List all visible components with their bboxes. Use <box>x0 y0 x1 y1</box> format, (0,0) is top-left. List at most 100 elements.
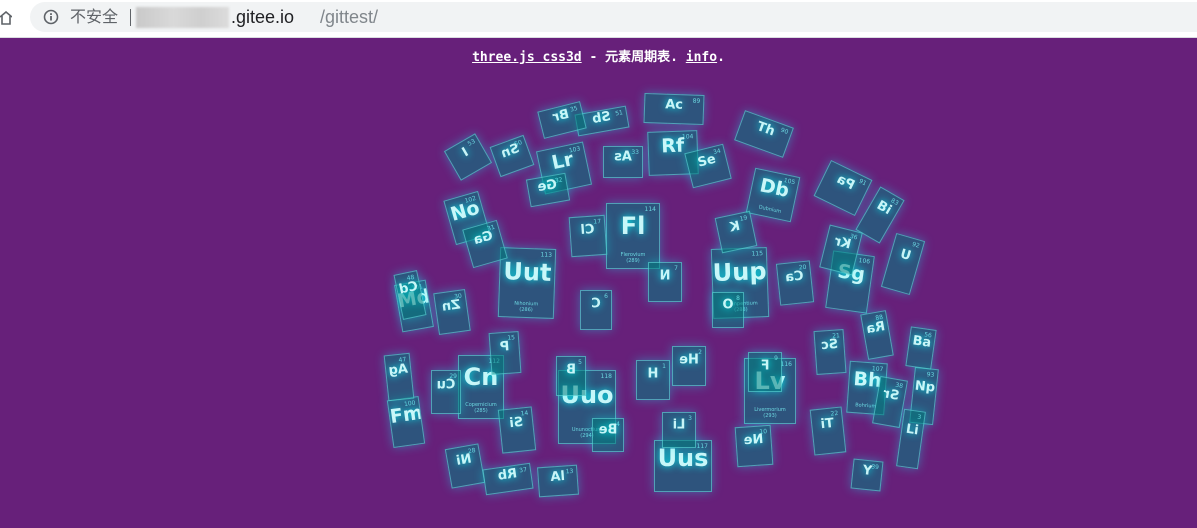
info-dash: - <box>581 50 606 65</box>
element-number: 92 <box>911 240 921 250</box>
element-tile[interactable]: 13 Al <box>537 464 579 498</box>
element-number: 93 <box>926 371 935 379</box>
element-tile[interactable]: 114 Fl Flerovium (289) <box>606 203 660 269</box>
element-tile[interactable]: 88 Ra <box>860 310 894 360</box>
element-tile[interactable]: 105 Db Dubnium <box>745 167 801 223</box>
element-tile[interactable]: 8O <box>712 292 744 328</box>
element-tile[interactable]: 32 Ge <box>525 172 571 208</box>
element-tile[interactable]: 100 Fm <box>386 396 426 448</box>
element-symbol: Pa <box>834 171 858 194</box>
periodic-sphere[interactable]: 114 Fl Flerovium (289) 113 Uut Nihonium (286) 11… <box>0 38 1197 528</box>
address-separator <box>130 9 131 26</box>
element-tile[interactable]: 10 Ne <box>734 424 774 468</box>
element-symbol: Ra <box>865 319 887 338</box>
element-tile[interactable]: 19 K <box>714 210 758 254</box>
element-tile[interactable]: 33 As <box>603 146 643 178</box>
security-status[interactable]: 不安全 <box>70 6 118 28</box>
element-symbol: Cl <box>580 221 596 238</box>
element-tile[interactable]: 90 Th <box>734 110 794 158</box>
element-symbol: Uut <box>502 257 552 287</box>
element-symbol: O <box>722 297 734 313</box>
element-tile[interactable]: 89 Ac <box>643 92 705 126</box>
element-tile[interactable]: 50 Sn <box>489 134 535 178</box>
element-tile[interactable]: 21 Sc <box>813 329 847 375</box>
element-symbol: Np <box>914 378 936 396</box>
element-tile[interactable]: 29 Cu <box>431 370 461 414</box>
element-symbol: Rb <box>496 466 519 484</box>
element-details: Dubnium <box>748 202 792 217</box>
element-tile[interactable]: 22 Ti <box>809 406 847 456</box>
element-symbol: Db <box>757 174 792 202</box>
threejs-link[interactable]: three.js css3d <box>472 50 582 65</box>
element-symbol: Ag <box>387 361 409 379</box>
browser-toolbar: 不安全 .gitee.io /gittest/ <box>0 0 1197 38</box>
element-symbol: No <box>448 196 483 226</box>
element-symbol: He <box>679 352 699 368</box>
info-trailing: . <box>717 50 725 65</box>
element-tile[interactable]: 34 Se <box>684 143 732 189</box>
element-details: Nihonium (286) <box>499 300 553 314</box>
element-tile[interactable]: 17 Cl <box>568 214 608 258</box>
element-symbol: Ni <box>455 451 473 469</box>
url-path[interactable]: /gittest/ <box>320 6 378 28</box>
element-tile[interactable]: 14 Si <box>497 406 537 454</box>
element-symbol: B <box>566 362 576 378</box>
element-tile[interactable]: 2 He <box>672 346 706 386</box>
element-tile[interactable]: 28 Ni <box>444 443 486 489</box>
element-tile[interactable]: 56 Ba <box>905 326 937 370</box>
home-icon[interactable] <box>0 11 12 25</box>
redacted-subdomain <box>136 7 229 28</box>
element-symbol: Sc <box>820 337 839 354</box>
element-symbol: Cu <box>436 377 456 393</box>
element-symbol: F <box>760 358 770 374</box>
element-tile[interactable]: 20 Ca <box>775 260 815 306</box>
element-symbol: K <box>728 218 742 236</box>
element-mass: (285) <box>474 408 488 414</box>
element-tile[interactable]: 9F <box>748 352 782 392</box>
element-symbol: Uup <box>712 257 767 288</box>
element-tile[interactable]: 91 Pa <box>813 159 873 217</box>
element-mass: (286) <box>519 306 533 314</box>
element-name: Dubnium <box>758 204 782 215</box>
element-tile[interactable]: 39 Y <box>850 458 884 492</box>
url-domain[interactable]: .gitee.io <box>231 6 294 28</box>
element-tile[interactable]: 53 I <box>443 133 493 181</box>
element-symbol: As <box>614 149 632 165</box>
element-details: Copernicium (285) <box>459 402 503 414</box>
element-symbol: Ga <box>471 228 495 249</box>
element-symbol: N <box>659 268 671 284</box>
element-symbol: Al <box>549 468 566 485</box>
element-tile[interactable]: 4 Be <box>592 418 624 452</box>
page-subtitle: 元素周期表. <box>605 50 678 65</box>
element-symbol: Sr <box>882 385 901 404</box>
element-symbol: Zn <box>440 296 462 315</box>
element-tile[interactable]: 1H <box>636 360 670 400</box>
element-tile[interactable]: 5B <box>556 356 586 396</box>
element-tile[interactable]: 30 Zn <box>433 288 471 336</box>
element-symbol: I <box>459 144 472 161</box>
element-symbol: Li <box>904 421 920 439</box>
element-tile[interactable]: 3 Li <box>662 412 696 448</box>
element-symbol: Cd <box>397 278 420 298</box>
element-symbol: Y <box>861 462 873 479</box>
element-symbol: Ne <box>743 431 764 449</box>
address-bar[interactable]: 不安全 .gitee.io /gittest/ <box>30 2 1197 32</box>
element-symbol: C <box>591 296 601 312</box>
element-symbol: Ac <box>665 96 684 113</box>
element-details: Livermorium (293) <box>745 407 795 419</box>
info-link[interactable]: info <box>686 50 717 65</box>
info-icon[interactable] <box>43 9 59 25</box>
element-tile[interactable]: 37 Rb <box>482 462 534 496</box>
element-symbol: Uus <box>657 444 709 472</box>
element-tile[interactable]: 92 U <box>880 232 926 296</box>
element-symbol: H <box>647 366 659 382</box>
element-symbol: Si <box>508 415 524 432</box>
element-tile[interactable]: 47 Ag <box>383 352 415 402</box>
element-symbol: Ti <box>819 415 835 433</box>
element-tile[interactable]: 6C <box>580 290 612 330</box>
element-symbol: Ba <box>911 333 933 351</box>
element-tile[interactable]: 15 P <box>488 331 522 375</box>
element-symbol: Se <box>696 151 718 171</box>
element-tile[interactable]: 7N <box>648 262 682 302</box>
element-symbol: Be <box>598 422 618 438</box>
